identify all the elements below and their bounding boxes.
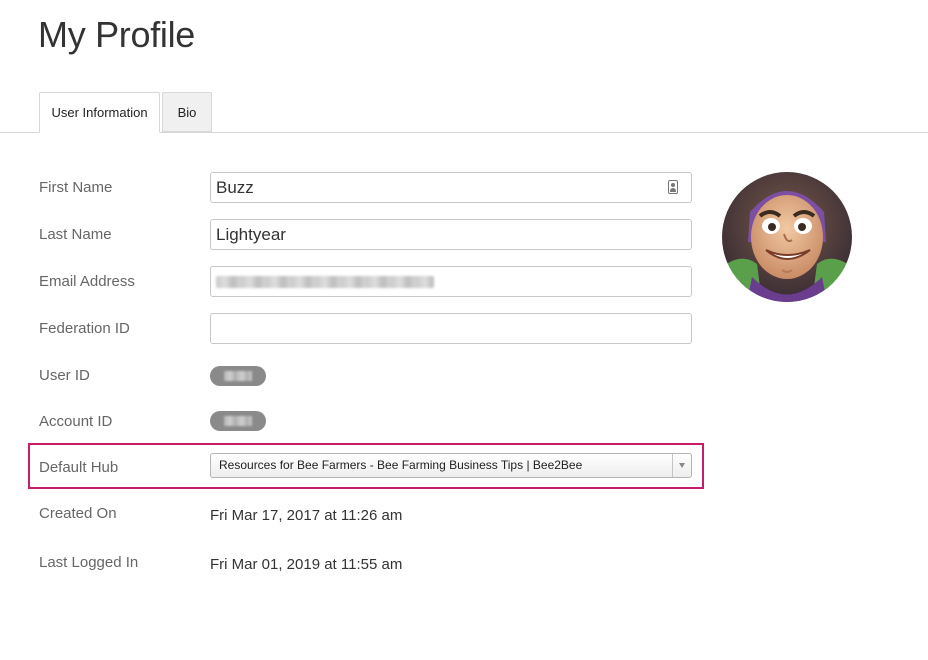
default-hub-selected-value: Resources for Bee Farmers - Bee Farming … xyxy=(219,458,583,472)
account-id-badge xyxy=(210,411,266,431)
last-logged-in-label: Last Logged In xyxy=(39,554,139,571)
contact-card-icon[interactable] xyxy=(668,180,678,194)
default-hub-select[interactable]: Resources for Bee Farmers - Bee Farming … xyxy=(210,453,692,478)
user-id-label: User ID xyxy=(39,367,90,384)
avatar-image xyxy=(722,172,852,302)
first-name-input[interactable] xyxy=(210,172,692,203)
profile-tabs: User Information Bio xyxy=(0,92,928,133)
page-title: My Profile xyxy=(38,14,196,55)
redacted-user-id xyxy=(224,371,252,381)
avatar[interactable] xyxy=(722,172,852,302)
last-name-label: Last Name xyxy=(39,226,112,243)
user-id-badge xyxy=(210,366,266,386)
created-on-label: Created On xyxy=(39,505,117,522)
email-label: Email Address xyxy=(39,273,135,290)
federation-id-label: Federation ID xyxy=(39,320,130,337)
redacted-account-id xyxy=(224,416,252,426)
federation-id-input[interactable] xyxy=(210,313,692,344)
redacted-email xyxy=(216,276,434,288)
last-logged-in-value: Fri Mar 01, 2019 at 11:55 am xyxy=(210,556,403,573)
last-name-input[interactable] xyxy=(210,219,692,250)
created-on-value: Fri Mar 17, 2017 at 11:26 am xyxy=(210,507,403,524)
tab-user-information[interactable]: User Information xyxy=(39,92,160,133)
chevron-down-icon[interactable] xyxy=(672,454,691,477)
first-name-label: First Name xyxy=(39,179,113,196)
default-hub-label: Default Hub xyxy=(39,459,119,476)
account-id-label: Account ID xyxy=(39,413,113,430)
tab-bio[interactable]: Bio xyxy=(162,92,212,132)
